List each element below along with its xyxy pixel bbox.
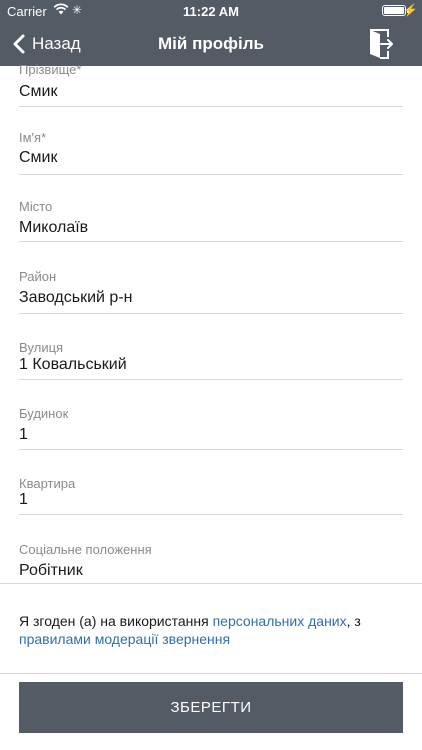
field-city[interactable]: Місто Миколаїв bbox=[19, 199, 403, 242]
top-bar: Carrier ✳ 11:22 AM ⚡ Назад Мій профіль bbox=[0, 0, 422, 66]
field-value[interactable]: Смик bbox=[19, 149, 58, 167]
field-label: Будинок bbox=[19, 406, 69, 421]
field-label: Квартира bbox=[19, 476, 76, 491]
field-first-name[interactable]: Ім'я* Смик bbox=[19, 130, 403, 175]
section-divider bbox=[0, 673, 422, 674]
field-value[interactable]: Миколаїв bbox=[19, 219, 88, 237]
status-time: 11:22 AM bbox=[183, 4, 239, 19]
field-value[interactable]: Смик bbox=[19, 83, 58, 101]
logout-door-icon[interactable] bbox=[364, 28, 394, 60]
field-street[interactable]: Вулиця 1 Ковальський bbox=[19, 340, 403, 380]
field-label: Ім'я* bbox=[19, 130, 47, 145]
field-value[interactable]: 1 bbox=[19, 491, 28, 509]
moderation-rules-link[interactable]: правилами модерації звернення bbox=[19, 631, 230, 647]
section-divider bbox=[0, 583, 422, 584]
nav-bar: Назад Мій профіль bbox=[0, 22, 422, 66]
field-value[interactable]: 1 Ковальський bbox=[19, 356, 127, 374]
field-value[interactable]: Робітник bbox=[19, 562, 83, 580]
status-bar: Carrier ✳ 11:22 AM ⚡ bbox=[0, 0, 422, 22]
personal-data-link[interactable]: персональних даних bbox=[213, 613, 347, 629]
page-title: Мій профіль bbox=[158, 34, 264, 53]
field-label: Вулиця bbox=[19, 340, 64, 355]
field-apartment[interactable]: Квартира 1 bbox=[19, 476, 403, 515]
field-label: Місто bbox=[19, 199, 53, 214]
field-value[interactable]: 1 bbox=[19, 426, 28, 444]
field-house[interactable]: Будинок 1 bbox=[19, 406, 403, 450]
consent-text-part: Я згоден (а) на використання bbox=[19, 613, 213, 629]
field-social-status[interactable]: Соціальне положення Робітник bbox=[19, 542, 403, 583]
consent-text-part: , з bbox=[346, 613, 361, 629]
field-surname[interactable]: Прізвище* Смик bbox=[19, 62, 403, 107]
save-button[interactable]: ЗБЕРЕГТИ bbox=[19, 682, 403, 733]
field-label: Соціальне положення bbox=[19, 542, 152, 557]
field-value[interactable]: Заводський р-н bbox=[19, 289, 132, 307]
consent-text: Я згоден (а) на використання персональни… bbox=[19, 612, 409, 648]
field-label: Район bbox=[19, 269, 57, 284]
field-label: Прізвище* bbox=[19, 62, 82, 77]
charging-bolt-icon: ⚡ bbox=[403, 3, 418, 17]
field-district[interactable]: Район Заводський р-н bbox=[19, 269, 403, 314]
